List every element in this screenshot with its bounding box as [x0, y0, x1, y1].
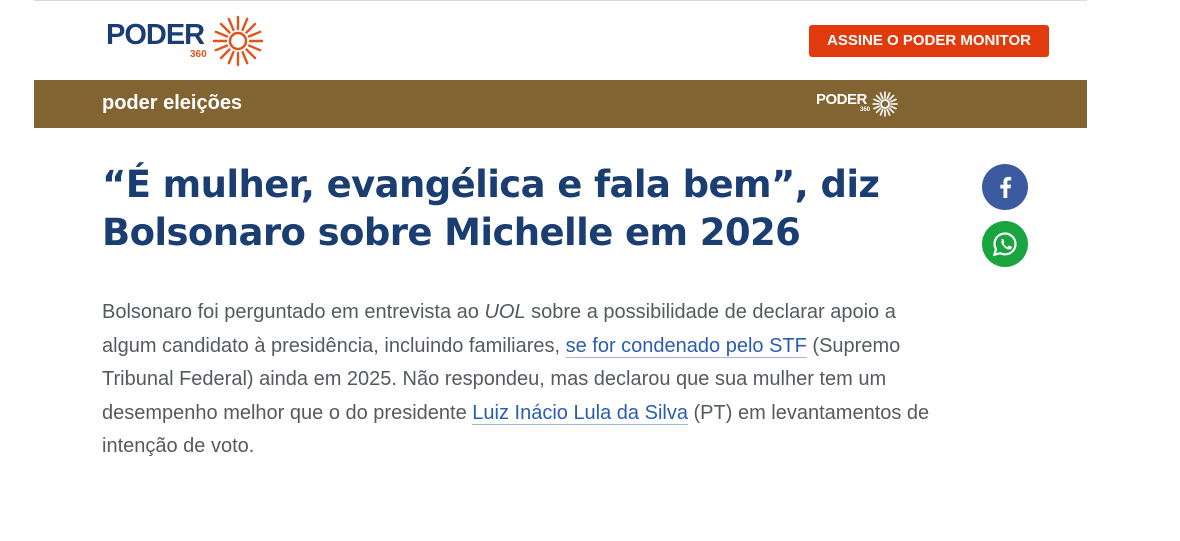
outlet-name: UOL: [484, 301, 526, 323]
facebook-share-button[interactable]: [982, 164, 1028, 210]
facebook-icon: [1000, 176, 1012, 198]
bar-logo-number: 360: [860, 107, 871, 113]
poder360-logo[interactable]: PODER 360: [106, 15, 266, 67]
logo-wordmark: PODER: [106, 19, 205, 51]
section-title-link[interactable]: poder eleições: [102, 80, 242, 126]
headline-line-2: Bolsonaro sobre Michelle em 2026: [102, 211, 801, 254]
headline-line-1: “É mulher, evangélica e fala bem”, diz: [102, 163, 880, 206]
article-lead-paragraph: Bolsonaro foi perguntado em entrevista a…: [102, 296, 942, 464]
article-headline: “É mulher, evangélica e fala bem”, diz B…: [102, 161, 922, 257]
body-text-1: Bolsonaro foi perguntado em entrevista a…: [102, 301, 485, 323]
whatsapp-share-button[interactable]: [982, 221, 1028, 267]
section-bar-logo[interactable]: PODER 360: [816, 90, 906, 118]
sun-burst-icon: [872, 91, 898, 117]
sun-burst-icon: [212, 15, 264, 67]
site-header: PODER 360 ASSINE O PODER MONITOR: [34, 1, 1087, 80]
lula-profile-link[interactable]: Luiz Inácio Lula da Silva: [472, 401, 688, 425]
stf-condemnation-link[interactable]: se for condenado pelo STF: [565, 334, 807, 358]
subscribe-button[interactable]: ASSINE O PODER MONITOR: [809, 25, 1049, 57]
section-bar: poder eleições PODER 360: [34, 80, 1087, 128]
logo-number: 360: [190, 49, 207, 60]
whatsapp-icon: [992, 232, 1017, 257]
